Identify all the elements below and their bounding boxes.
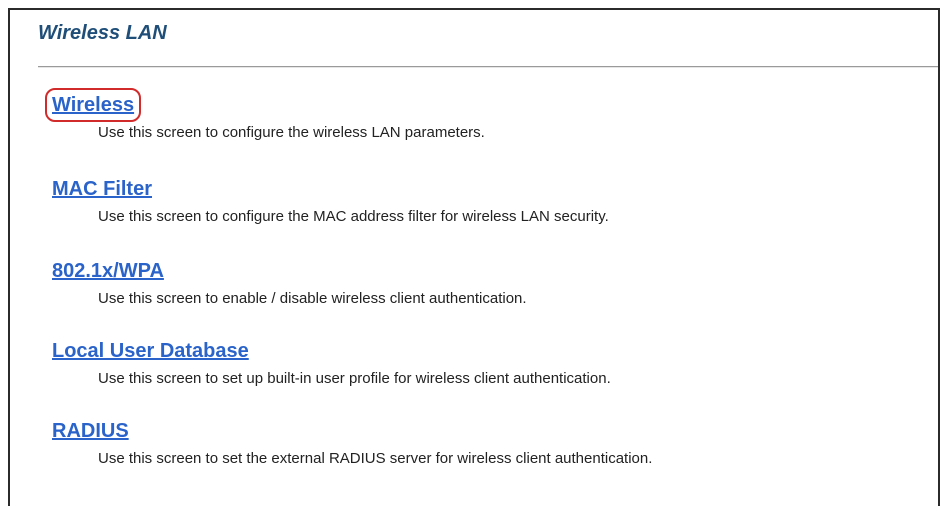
title-divider — [38, 66, 938, 68]
radius-description: Use this screen to set the external RADI… — [98, 450, 653, 467]
local-user-database-link[interactable]: Local User Database — [52, 338, 249, 364]
menu-entry-radius: RADIUS Use this screen to set the extern… — [52, 418, 932, 502]
8021x-wpa-link[interactable]: 802.1x/WPA — [52, 258, 164, 284]
local-user-database-description: Use this screen to set up built-in user … — [98, 370, 611, 387]
wireless-lan-menu: Wireless Use this screen to configure th… — [44, 88, 932, 502]
mac-filter-description: Use this screen to configure the MAC add… — [98, 208, 609, 225]
8021x-wpa-description: Use this screen to enable / disable wire… — [98, 290, 527, 307]
menu-entry-wireless: Wireless Use this screen to configure th… — [44, 88, 932, 176]
radius-link[interactable]: RADIUS — [52, 418, 129, 444]
wireless-link[interactable]: Wireless — [44, 88, 142, 122]
menu-entry-local-user-database: Local User Database Use this screen to s… — [52, 338, 932, 418]
menu-entry-mac-filter: MAC Filter Use this screen to configure … — [52, 176, 932, 258]
menu-entry-8021x-wpa: 802.1x/WPA Use this screen to enable / d… — [52, 258, 932, 338]
wireless-description: Use this screen to configure the wireles… — [98, 124, 485, 141]
mac-filter-link[interactable]: MAC Filter — [52, 176, 152, 202]
page-title: Wireless LAN — [38, 22, 167, 44]
